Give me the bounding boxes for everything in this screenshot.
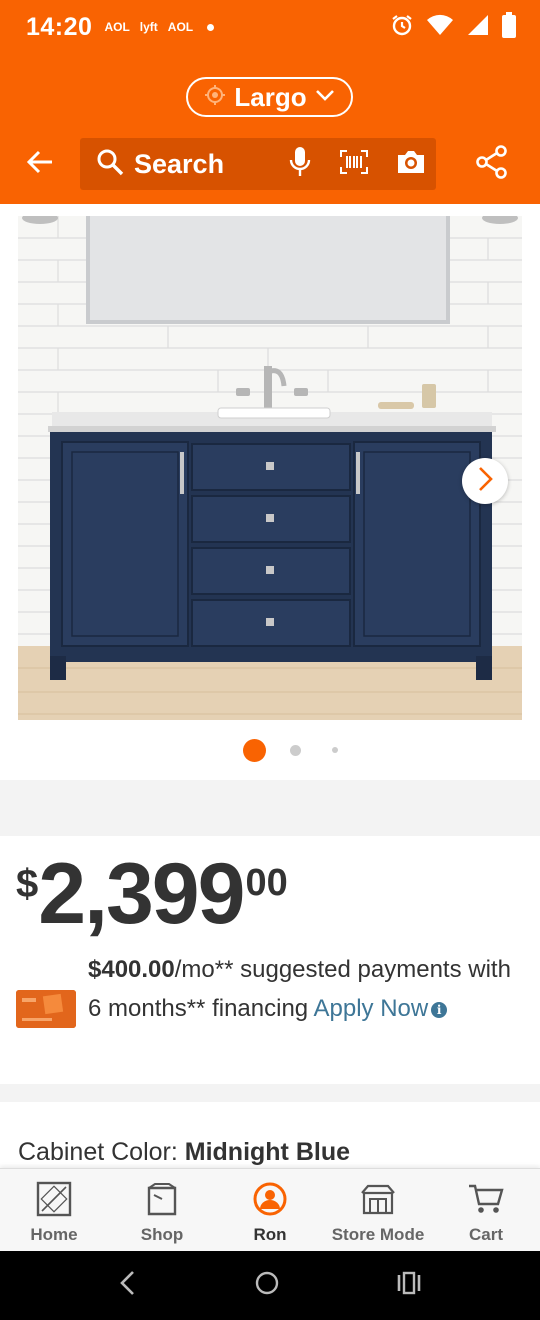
credit-card-icon <box>16 990 76 1028</box>
cabinet-color-label: Cabinet Color: Midnight Blue <box>18 1138 350 1167</box>
search-icon <box>96 148 124 181</box>
barcode-icon[interactable] <box>340 149 368 179</box>
shop-bag-icon <box>146 1181 178 1217</box>
home-depot-logo-icon <box>36 1181 72 1217</box>
nav-account[interactable]: Ron <box>216 1169 324 1251</box>
status-bar: 14:20 AOL lyft AOL <box>0 0 540 54</box>
cabinet-color-value: Midnight Blue <box>184 1138 350 1166</box>
nav-cart[interactable]: Cart <box>432 1169 540 1251</box>
status-system-icons <box>390 11 516 43</box>
system-recents-icon[interactable] <box>396 1271 422 1300</box>
apply-now-link[interactable]: Apply Now <box>313 995 428 1022</box>
wifi-icon <box>426 13 454 42</box>
aol-icon: AOL <box>104 20 130 34</box>
nav-home[interactable]: Home <box>0 1169 108 1251</box>
chevron-down-icon <box>315 88 335 107</box>
pagination-dot-active[interactable] <box>242 738 266 762</box>
microphone-icon[interactable] <box>288 146 312 183</box>
cabinet-color-section: Cabinet Color: Midnight Blue <box>0 1102 540 1172</box>
cell-signal-icon <box>466 13 490 42</box>
price-dollars: 2,399 <box>38 846 245 942</box>
cart-icon <box>468 1181 504 1217</box>
product-price: $ 2,399 00 <box>16 844 288 944</box>
back-arrow-icon <box>26 148 54 181</box>
camera-icon[interactable] <box>396 149 426 180</box>
price-cents: 00 <box>245 862 288 904</box>
battery-icon <box>502 11 516 43</box>
nav-shop[interactable]: Shop <box>108 1169 216 1251</box>
price-currency: $ <box>16 862 39 906</box>
nav-shop-label: Shop <box>140 1225 184 1244</box>
status-time: 14:20 <box>26 12 93 41</box>
store-selector[interactable]: Largo <box>186 77 353 117</box>
nav-store-mode[interactable]: Store Mode <box>324 1169 432 1251</box>
share-button[interactable] <box>474 144 510 184</box>
product-image[interactable] <box>18 216 522 720</box>
next-image-button[interactable] <box>462 458 508 504</box>
search-input[interactable]: Search <box>80 138 436 190</box>
system-navigation-bar <box>0 1251 540 1320</box>
store-icon <box>360 1181 396 1217</box>
aol-icon: AOL <box>167 20 194 34</box>
bottom-navigation: Home Shop Ron Store Mode Cart <box>0 1168 540 1251</box>
nav-account-label: Ron <box>253 1225 287 1244</box>
gallery-pagination <box>0 738 540 762</box>
nav-cart-label: Cart <box>468 1225 503 1244</box>
price-panel: $ 2,399 00 $400.00/mo** suggested paymen… <box>0 836 540 1084</box>
product-gallery <box>0 204 540 780</box>
info-icon[interactable]: i <box>431 1002 448 1018</box>
store-name: Largo <box>234 81 307 112</box>
lyft-icon: lyft <box>139 20 158 34</box>
search-placeholder: Search <box>134 148 225 179</box>
system-back-icon[interactable] <box>118 1270 138 1301</box>
pagination-dot[interactable] <box>289 744 301 756</box>
nav-home-label: Home <box>30 1225 78 1244</box>
share-icon <box>476 144 508 184</box>
app-header: Largo Search <box>0 54 540 204</box>
pagination-dot[interactable] <box>331 747 338 753</box>
search-actions <box>288 138 426 190</box>
alarm-icon <box>390 13 414 42</box>
financing-text: $400.00/mo** suggested payments with 6 m… <box>88 950 524 1028</box>
status-notification-icons: AOL lyft AOL <box>104 20 215 34</box>
user-avatar-icon <box>253 1181 287 1217</box>
financing-amount: $400.00 <box>88 956 175 983</box>
location-icon <box>204 84 226 111</box>
chevron-right-icon <box>475 465 495 498</box>
cabinet-color-title: Cabinet Color: <box>18 1138 185 1166</box>
nav-store-mode-label: Store Mode <box>331 1225 425 1244</box>
more-notifications-dot <box>207 23 215 31</box>
system-home-icon[interactable] <box>254 1270 280 1301</box>
back-button[interactable] <box>22 146 58 182</box>
